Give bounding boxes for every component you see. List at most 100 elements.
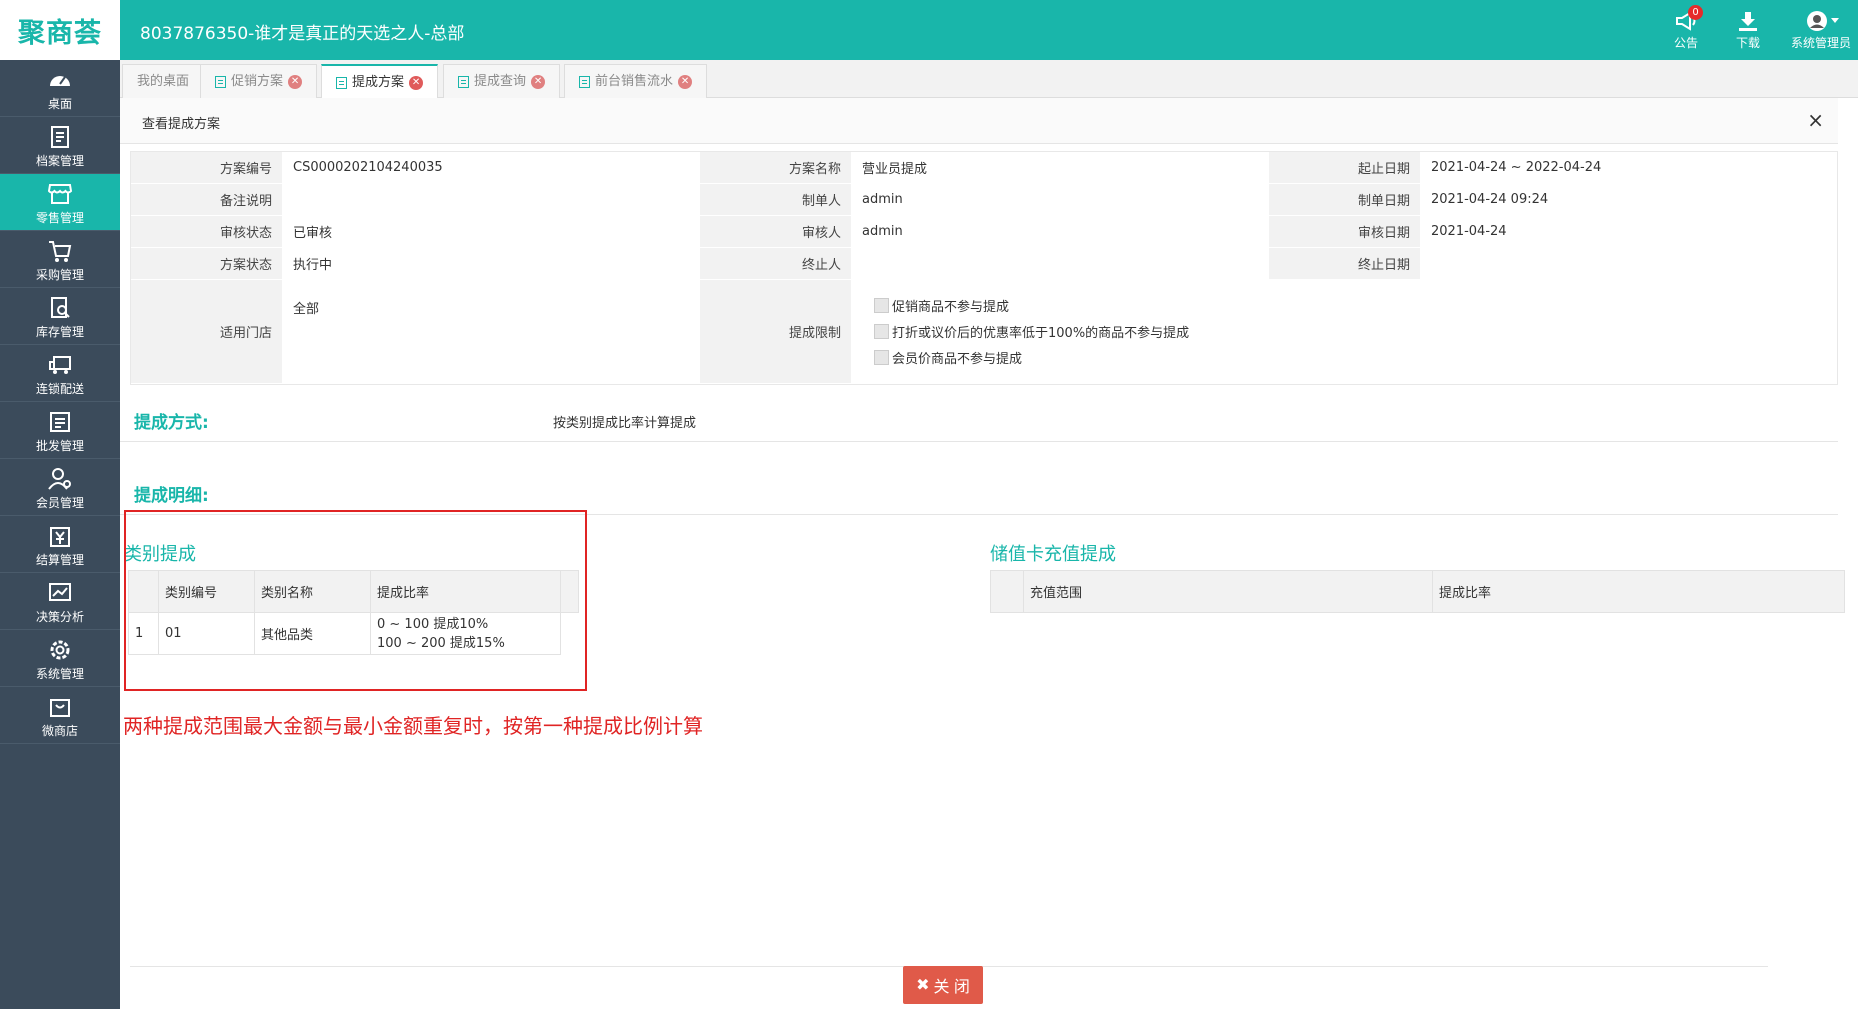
document-icon [336,76,347,89]
tab-label: 我的桌面 [137,73,190,89]
detail-title: 提成明细: [134,486,209,506]
sidebar-item-archives[interactable]: 档案管理 [0,117,120,174]
sidebar-item-label: 零售管理 [35,211,84,225]
tab-commission-plan[interactable]: 提成方案 ✕ [321,64,439,99]
settlement-icon [50,527,70,547]
chart-icon [49,583,71,601]
shop-title: 8037876350-谁才是真正的天选之人-总部 [140,24,465,44]
document-icon [458,75,469,88]
limit-label: 提成限制 [699,279,852,384]
avatar-icon [1807,11,1839,31]
auditor-label: 审核人 [699,215,852,248]
sidebar-item-member[interactable]: 会员管理 [0,459,120,516]
remark-value [282,183,700,216]
inventory-icon [51,297,70,318]
name-label: 方案名称 [699,151,852,184]
gear-icon [50,640,70,660]
sidebar-item-distribution[interactable]: 连锁配送 [0,345,120,402]
card-commission-title: 储值卡充值提成 [990,544,1116,565]
table-header-row: 充值范围 提成比率 [990,570,1845,613]
plan-status-value: 执行中 [282,247,700,280]
close-x-icon: ✖ [916,977,930,994]
panel-header: 查看提成方案 × [120,98,1838,144]
sidebar-item-retail[interactable]: 零售管理 [0,174,120,231]
close-tab-icon[interactable]: ✕ [678,74,693,89]
notice-badge: 0 [1688,5,1703,20]
code-label: 方案编号 [130,151,283,184]
audit-status-label: 审核状态 [130,215,283,248]
tab-label: 促销方案 [231,73,284,89]
highlight-box [124,510,587,691]
download-icon [1739,12,1757,31]
sidebar-item-inventory[interactable]: 库存管理 [0,288,120,345]
plan-status-label: 方案状态 [130,247,283,280]
user-label: 系统管理员 [1790,36,1851,50]
make-date-label: 制单日期 [1268,183,1421,216]
sidebar-item-wholesale[interactable]: 批发管理 [0,402,120,459]
close-tab-icon[interactable]: ✕ [531,74,546,89]
sidebar-item-label: 连锁配送 [35,382,84,396]
tab-label: 提成查询 [474,73,527,89]
notice-label: 公告 [1673,36,1698,50]
sidebar-item-analysis[interactable]: 决策分析 [0,573,120,630]
download-label: 下载 [1735,36,1760,50]
make-date-value: 2021-04-24 09:24 [1420,183,1839,216]
close-tab-icon[interactable]: ✕ [288,74,303,89]
index-header [990,570,1024,613]
document-icon [579,75,590,88]
limit-checkbox-discount[interactable]: 打折或议价后的优惠率低于100%的商品不参与提成 [874,319,1828,345]
sidebar-item-label: 结算管理 [35,553,84,567]
app-logo[interactable]: 聚商荟 [0,0,120,60]
sidebar: 桌面 档案管理 零售管理 采购管理 库存管理 连锁配送 批发管理 会员管理 结算… [0,60,120,1009]
checkbox[interactable] [874,350,889,365]
column-header: 提成比率 [1432,570,1845,613]
checkbox-label: 促销商品不参与提成 [892,300,1010,315]
tab-promotion[interactable]: 促销方案 ✕ [200,64,318,98]
checkbox[interactable] [874,298,889,313]
sidebar-item-label: 桌面 [47,97,72,111]
document-icon [215,75,226,88]
notice-button[interactable]: 0 公告 [1661,5,1711,51]
tab-commission-query[interactable]: 提成查询 ✕ [443,64,561,98]
sidebar-item-label: 档案管理 [35,154,84,168]
sidebar-item-settlement[interactable]: 结算管理 [0,516,120,573]
sidebar-item-system[interactable]: 系统管理 [0,630,120,687]
tab-label: 前台销售流水 [595,73,674,89]
shop-bag-icon [50,699,70,717]
name-value: 营业员提成 [851,151,1269,184]
sidebar-item-purchase[interactable]: 采购管理 [0,231,120,288]
wholesale-icon [50,412,70,432]
close-icon[interactable]: × [1807,108,1824,132]
store-icon [47,184,73,204]
remark-label: 备注说明 [130,183,283,216]
method-value: 按类别提成比率计算提成 [553,416,697,431]
checkbox[interactable] [874,324,889,339]
checkbox-label: 会员价商品不参与提成 [892,352,1023,367]
panel-title: 查看提成方案 [142,117,221,132]
limit-checkbox-member-price[interactable]: 会员价商品不参与提成 [874,345,1828,371]
truck-icon [49,356,71,374]
sidebar-item-desktop[interactable]: 桌面 [0,60,120,117]
column-header: 充值范围 [1023,570,1433,613]
download-button[interactable]: 下载 [1723,10,1773,51]
tab-sales-flow[interactable]: 前台销售流水 ✕ [564,64,708,98]
sidebar-item-microshop[interactable]: 微商店 [0,687,120,744]
tab-label: 提成方案 [352,74,405,90]
tab-desktop[interactable]: 我的桌面 [122,64,205,98]
sidebar-item-label: 采购管理 [35,268,84,282]
cart-icon [49,241,72,262]
auditor-value: admin [851,215,1269,248]
file-icon [51,126,69,148]
member-icon [48,468,71,490]
close-tab-icon[interactable]: ✕ [409,75,424,90]
sidebar-item-label: 决策分析 [35,610,84,624]
close-button-label: 关 闭 [933,979,970,996]
limit-checkbox-promo[interactable]: 促销商品不参与提成 [874,293,1828,319]
sidebar-item-label: 系统管理 [35,667,84,681]
user-menu[interactable]: 系统管理员 [1785,10,1857,51]
close-button[interactable]: ✖ 关 闭 [903,966,983,1004]
maker-label: 制单人 [699,183,852,216]
period-label: 起止日期 [1268,151,1421,184]
end-date-value [1420,247,1839,280]
audit-date-value: 2021-04-24 [1420,215,1839,248]
